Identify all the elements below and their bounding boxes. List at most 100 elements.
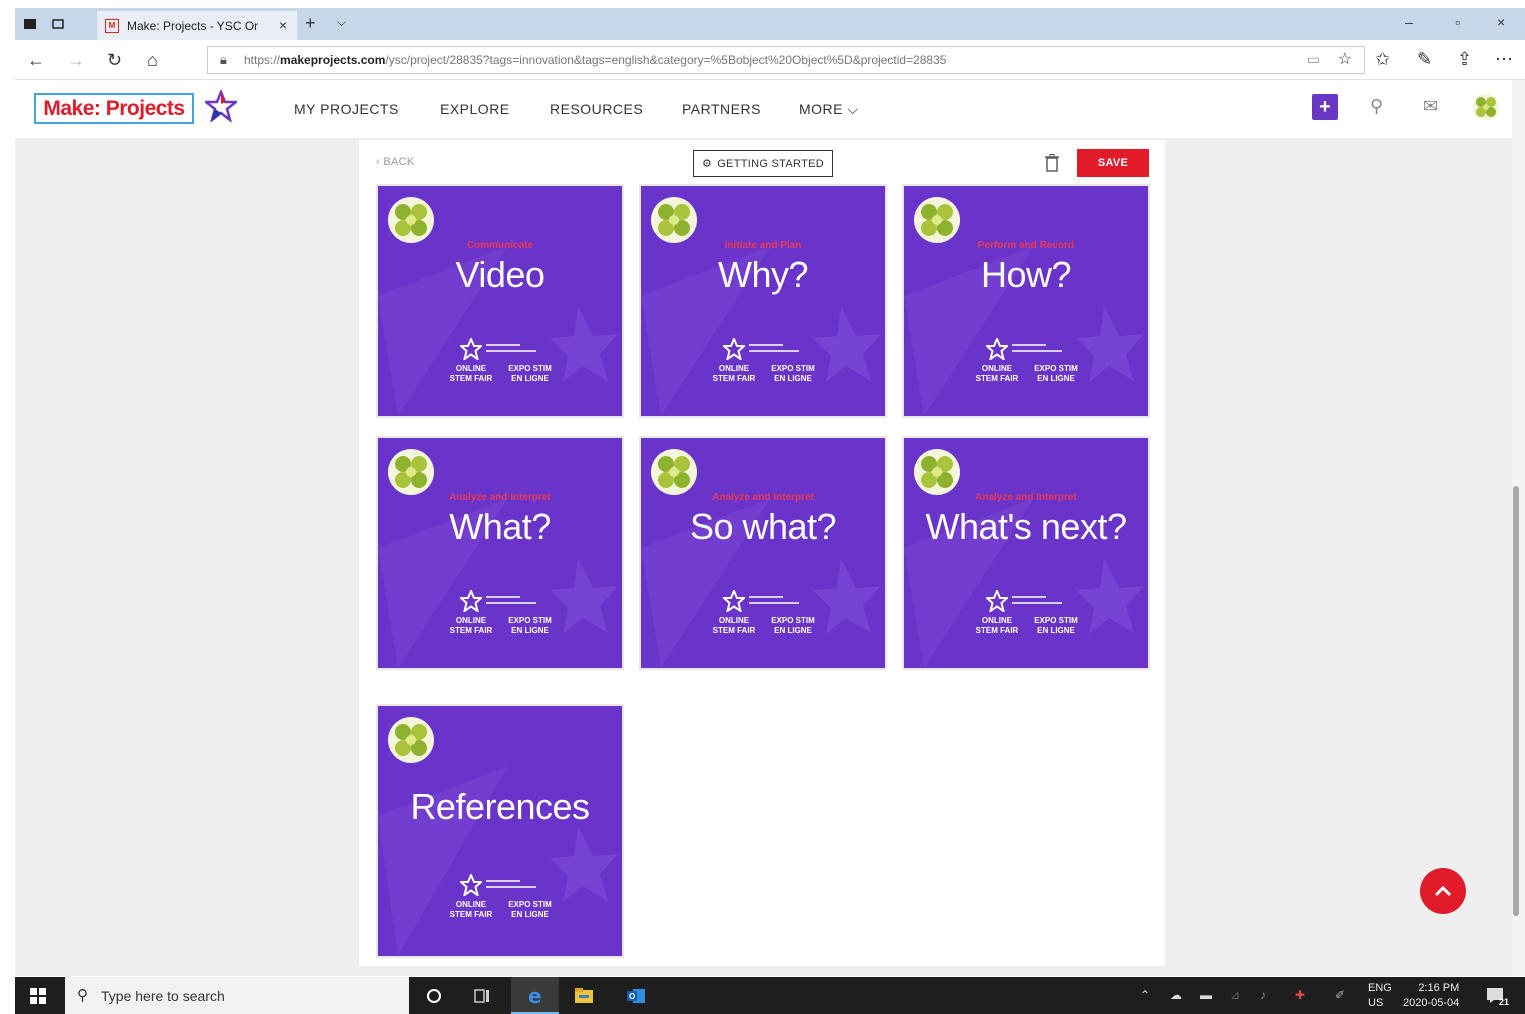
security-icon[interactable]: ✚ xyxy=(1295,988,1305,1002)
brand-english: ONLINE STEM FAIR xyxy=(712,364,756,383)
card-3[interactable]: Perform and Record How? ONLINE STEM FAIR … xyxy=(904,186,1148,416)
brand-english: ONLINE STEM FAIR xyxy=(449,616,493,635)
nav-more-label: MORE xyxy=(799,101,843,117)
card-7[interactable]: References ONLINE STEM FAIR EXPO STIM EN L… xyxy=(378,706,622,956)
add-project-button[interactable]: + xyxy=(1312,94,1338,120)
edge-browser-icon[interactable]: e xyxy=(524,985,546,1007)
screen: M Make: Projects - YSC Or × + ⌵ – ▫ × ← … xyxy=(0,0,1525,1014)
brand-french: EXPO STIM EN LIGNE xyxy=(508,616,552,635)
card-title: So what? xyxy=(689,506,837,547)
share-icon[interactable]: ⇪ xyxy=(1457,49,1472,70)
cortana-icon[interactable] xyxy=(423,985,445,1007)
forward-arrow-icon[interactable]: → xyxy=(67,50,85,71)
card-subtitle: Communicate xyxy=(466,240,534,251)
getting-started-button[interactable]: ⚙ GETTING STARTED xyxy=(693,150,833,177)
clock[interactable]: 2:16 PM 2020-05-04 xyxy=(1403,981,1459,1011)
region-code: US xyxy=(1368,997,1384,1009)
card-1[interactable]: Communicate Video ONLINE STEM FAIR EXPO S… xyxy=(378,186,622,416)
card-subtitle: Analyze and Interpret xyxy=(712,492,814,503)
battery-icon[interactable]: ▬ xyxy=(1200,988,1212,1002)
windows-start-icon[interactable] xyxy=(30,988,46,1004)
tab-preview-icon[interactable] xyxy=(51,17,65,31)
network-icon[interactable]: ⊿ xyxy=(1230,988,1240,1002)
user-avatar[interactable] xyxy=(1472,93,1500,121)
url-field[interactable]: 🔒︎ https://makeprojects.com/ysc/project/… xyxy=(207,46,1365,74)
brand-line xyxy=(749,344,783,346)
stem-fair-brand: ONLINE STEM FAIR EXPO STIM EN LIGNE xyxy=(964,590,1088,646)
scrollbar-thumb[interactable] xyxy=(1513,486,1519,916)
browser-menu-icon[interactable] xyxy=(23,17,37,31)
brand-french: EXPO STIM EN LIGNE xyxy=(1034,364,1078,383)
card-subtitle: Initiate and Plan xyxy=(724,240,802,251)
reading-view-icon[interactable]: ▭ xyxy=(1307,51,1320,68)
stem-fair-brand: ONLINE STEM FAIR EXPO STIM EN LIGNE xyxy=(964,338,1088,394)
brand-line xyxy=(486,880,520,882)
card-5[interactable]: Analyze and Interpret So what? ONLINE STE… xyxy=(641,438,885,668)
minimize-icon[interactable]: – xyxy=(1405,14,1413,30)
cloud-icon[interactable]: ☁ xyxy=(1170,988,1182,1002)
maximize-icon[interactable]: ▫ xyxy=(1455,14,1460,30)
nav-my-projects[interactable]: MY PROJECTS xyxy=(294,101,399,117)
favicon-icon: M xyxy=(105,18,119,33)
chevron-up-icon xyxy=(1434,885,1452,897)
tray-chevron-icon[interactable]: ⌃ xyxy=(1140,988,1150,1002)
card-4[interactable]: Analyze and Interpret What? ONLINE STEM F… xyxy=(378,438,622,668)
card-title: Why? xyxy=(717,254,809,295)
mail-icon[interactable]: ✉ xyxy=(1423,96,1438,117)
favorite-star-icon[interactable]: ☆ xyxy=(1338,49,1352,69)
nav-more[interactable]: MORE ⌵ xyxy=(799,101,859,118)
nav-partners[interactable]: PARTNERS xyxy=(682,101,761,117)
brand-line xyxy=(486,886,536,888)
language-indicator[interactable]: ENG US xyxy=(1368,981,1392,1011)
taskbar-search-placeholder: Type here to search xyxy=(101,987,225,1004)
nav-resources[interactable]: RESOURCES xyxy=(550,101,643,117)
file-explorer-icon[interactable] xyxy=(573,985,595,1007)
brand-line xyxy=(749,596,783,598)
step-avatar xyxy=(914,197,960,243)
brand-line xyxy=(1012,350,1062,352)
url-prefix: https:// xyxy=(244,53,281,67)
search-icon[interactable]: ⚲ xyxy=(1370,96,1383,117)
site-logo[interactable]: Make: Projects xyxy=(34,93,194,124)
stem-fair-brand: ONLINE STEM FAIR EXPO STIM EN LIGNE xyxy=(701,590,825,646)
refresh-icon[interactable]: ↻ xyxy=(107,50,122,71)
nav-explore[interactable]: EXPLORE xyxy=(440,101,510,117)
task-view-icon[interactable] xyxy=(471,985,493,1007)
new-tab-icon[interactable]: + xyxy=(305,13,316,34)
step-avatar xyxy=(914,449,960,495)
volume-icon[interactable]: ♪ xyxy=(1260,988,1266,1002)
card-title: References xyxy=(410,786,590,827)
close-tab-icon[interactable]: × xyxy=(279,17,287,33)
step-avatar xyxy=(388,449,434,495)
save-button[interactable]: SAVE xyxy=(1077,149,1149,177)
stem-fair-brand: ONLINE STEM FAIR EXPO STIM EN LIGNE xyxy=(438,338,562,394)
language-code: ENG xyxy=(1368,982,1392,994)
windows-taskbar: ⚲ Type here to search e O ⌃ ☁ ▬ ⊿ ♪ ✚ ✐ … xyxy=(15,977,1525,1014)
taskbar-search[interactable]: ⚲ Type here to search xyxy=(65,977,409,1014)
brand-star-icon xyxy=(460,590,482,612)
brand-line xyxy=(1012,602,1062,604)
more-icon[interactable]: ⋯ xyxy=(1495,49,1513,70)
back-link[interactable]: ‹ BACK xyxy=(376,156,414,168)
trash-icon[interactable] xyxy=(1045,154,1059,172)
pen-icon[interactable]: ✎ xyxy=(1417,49,1432,70)
card-2[interactable]: Initiate and Plan Why? ONLINE STEM FAIR E… xyxy=(641,186,885,416)
home-icon[interactable]: ⌂ xyxy=(147,50,158,71)
pen-tray-icon[interactable]: ✐ xyxy=(1335,988,1345,1002)
step-avatar xyxy=(651,197,697,243)
brand-french: EXPO STIM EN LIGNE xyxy=(1034,616,1078,635)
browser-tab-active[interactable]: M Make: Projects - YSC Or × xyxy=(97,11,297,40)
outlook-icon[interactable]: O xyxy=(625,985,647,1007)
scroll-to-top-button[interactable] xyxy=(1420,868,1466,914)
close-window-icon[interactable]: × xyxy=(1497,14,1505,30)
svg-text:e: e xyxy=(528,985,542,1007)
search-icon: ⚲ xyxy=(77,987,88,1004)
brand-french: EXPO STIM EN LIGNE xyxy=(508,900,552,919)
card-6[interactable]: Analyze and Interpret What's next? ONLIN… xyxy=(904,438,1148,668)
brand-english: ONLINE STEM FAIR xyxy=(449,900,493,919)
favorites-icon[interactable]: ✩ xyxy=(1375,49,1390,70)
chevron-down-icon[interactable]: ⌵ xyxy=(337,15,346,30)
brand-english: ONLINE STEM FAIR xyxy=(975,364,1019,383)
back-arrow-icon[interactable]: ← xyxy=(27,50,45,71)
card-subtitle: Analyze and Interpret xyxy=(449,492,551,503)
